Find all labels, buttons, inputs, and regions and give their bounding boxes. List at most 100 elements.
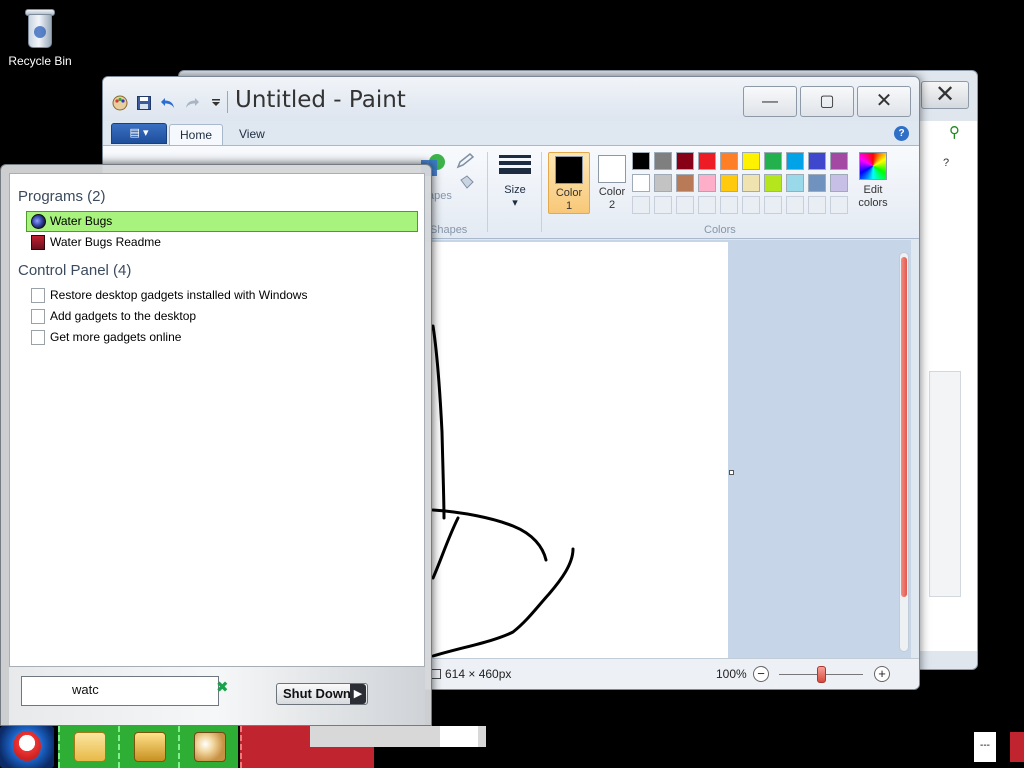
fill-tool-icon[interactable] xyxy=(455,174,479,192)
zoom-out-button[interactable]: − xyxy=(753,666,769,682)
palette-swatch[interactable] xyxy=(632,196,650,214)
save-icon[interactable] xyxy=(135,94,153,112)
start-button[interactable] xyxy=(0,726,54,768)
zoom-slider-thumb[interactable] xyxy=(817,666,826,683)
help-icon[interactable]: ? xyxy=(894,126,909,141)
pencil-tool-icon[interactable] xyxy=(455,152,479,170)
palette-swatch[interactable] xyxy=(764,196,782,214)
start-orb-icon xyxy=(13,731,41,761)
palette-swatch[interactable] xyxy=(654,174,672,192)
taskbar-white-strip xyxy=(440,726,478,747)
zoom-in-button[interactable]: + xyxy=(874,666,890,682)
edit-colors-label-line2: colors xyxy=(858,197,888,209)
result-add-gadgets[interactable]: Add gadgets to the desktop xyxy=(26,306,418,327)
start-search-input[interactable]: watc xyxy=(21,676,219,706)
edit-colors-button[interactable]: Edit colors xyxy=(853,152,893,210)
clear-search-icon[interactable]: ✖ xyxy=(216,678,229,696)
shutdown-options-arrow-icon[interactable]: ▶ xyxy=(350,684,366,704)
result-label: Get more gadgets online xyxy=(50,330,182,344)
palette-swatch[interactable] xyxy=(676,196,694,214)
palette-swatch[interactable] xyxy=(632,174,650,192)
document-icon xyxy=(31,330,45,345)
background-help-icon[interactable]: ? xyxy=(943,157,949,169)
tab-home[interactable]: Home xyxy=(169,124,224,145)
vertical-scrollbar[interactable] xyxy=(899,252,909,652)
programs-header[interactable]: Programs (2) xyxy=(18,188,106,205)
canvas-size-text: 614 × 460px xyxy=(445,667,512,681)
result-water-bugs-readme[interactable]: Water Bugs Readme xyxy=(26,232,418,253)
taskbar: --- xyxy=(0,726,1024,768)
palette-swatch[interactable] xyxy=(786,174,804,192)
minimize-button[interactable]: — xyxy=(743,86,797,117)
recycle-bin-icon xyxy=(23,6,57,50)
color-1-swatch xyxy=(555,156,583,184)
recycle-bin-desktop-icon[interactable]: Recycle Bin xyxy=(4,6,76,68)
paint-app-icon[interactable] xyxy=(111,94,129,112)
control-panel-header[interactable]: Control Panel (4) xyxy=(18,262,131,279)
palette-swatch[interactable] xyxy=(830,174,848,192)
color-2-swatch xyxy=(598,155,626,183)
show-desktop-button[interactable] xyxy=(1010,732,1024,762)
taskbar-solitaire-button[interactable] xyxy=(118,726,178,768)
palette-swatch[interactable] xyxy=(698,152,716,170)
palette-swatch[interactable] xyxy=(830,152,848,170)
colors-group-label: Colors xyxy=(704,224,736,236)
palette-swatch[interactable] xyxy=(720,196,738,214)
palette-swatch[interactable] xyxy=(830,196,848,214)
customize-toolbar-icon[interactable] xyxy=(207,94,225,112)
explorer-icon xyxy=(74,732,106,762)
start-menu[interactable]: Programs (2) Water Bugs Water Bugs Readm… xyxy=(0,164,432,726)
palette-swatch[interactable] xyxy=(654,196,672,214)
palette-swatch[interactable] xyxy=(764,174,782,192)
palette-swatch[interactable] xyxy=(742,152,760,170)
tab-view[interactable]: View xyxy=(229,124,275,145)
canvas-resize-handle[interactable] xyxy=(729,470,734,475)
result-more-gadgets[interactable]: Get more gadgets online xyxy=(26,327,418,348)
maximize-button[interactable]: ▢ xyxy=(800,86,854,117)
palette-swatch[interactable] xyxy=(698,196,716,214)
result-label: Water Bugs Readme xyxy=(50,235,161,249)
color-1-button[interactable]: Color 1 xyxy=(548,152,590,214)
palette-swatch[interactable] xyxy=(786,152,804,170)
document-icon xyxy=(31,309,45,324)
palette-swatch[interactable] xyxy=(676,174,694,192)
result-restore-gadgets[interactable]: Restore desktop gadgets installed with W… xyxy=(26,285,418,306)
palette-swatch[interactable] xyxy=(786,196,804,214)
background-window-close-button[interactable]: ✕ xyxy=(921,81,969,109)
palette-swatch[interactable] xyxy=(698,174,716,192)
paint-menu-button[interactable]: ▤ ▾ xyxy=(111,123,167,144)
shapes-group-label: Shapes xyxy=(430,224,468,236)
search-icon[interactable]: ⚲ xyxy=(949,123,960,141)
scrollbar-thumb[interactable] xyxy=(901,257,907,597)
size-button[interactable]: Size ▾ xyxy=(495,152,535,209)
palette-swatch[interactable] xyxy=(720,174,738,192)
system-tray-icon[interactable]: --- xyxy=(974,732,996,762)
canvas-size-icon xyxy=(431,669,441,679)
redo-icon[interactable] xyxy=(183,94,201,112)
palette-swatch[interactable] xyxy=(654,152,672,170)
color-2-label: Color xyxy=(598,186,626,198)
palette-swatch[interactable] xyxy=(632,152,650,170)
chevron-down-icon: ▾ xyxy=(512,197,518,209)
palette-swatch[interactable] xyxy=(764,152,782,170)
result-water-bugs[interactable]: Water Bugs xyxy=(26,211,418,232)
close-button[interactable]: ✕ xyxy=(857,86,911,117)
ribbon-separator xyxy=(487,152,488,232)
palette-swatch[interactable] xyxy=(808,152,826,170)
undo-icon[interactable] xyxy=(159,94,177,112)
paint-titlebar[interactable]: Untitled - Paint — ▢ ✕ xyxy=(103,77,919,121)
result-label: Restore desktop gadgets installed with W… xyxy=(50,288,308,302)
readme-icon xyxy=(31,235,45,250)
quick-access-toolbar xyxy=(111,93,225,113)
palette-swatch[interactable] xyxy=(742,174,760,192)
palette-swatch[interactable] xyxy=(676,152,694,170)
taskbar-paint-button[interactable] xyxy=(178,726,238,768)
palette-swatch[interactable] xyxy=(808,174,826,192)
king-card-icon xyxy=(134,732,166,762)
palette-swatch[interactable] xyxy=(808,196,826,214)
palette-swatch[interactable] xyxy=(720,152,738,170)
color-2-button[interactable]: Color 2 xyxy=(591,152,633,214)
size-lines-icon xyxy=(495,155,535,174)
taskbar-explorer-button[interactable] xyxy=(58,726,118,768)
palette-swatch[interactable] xyxy=(742,196,760,214)
